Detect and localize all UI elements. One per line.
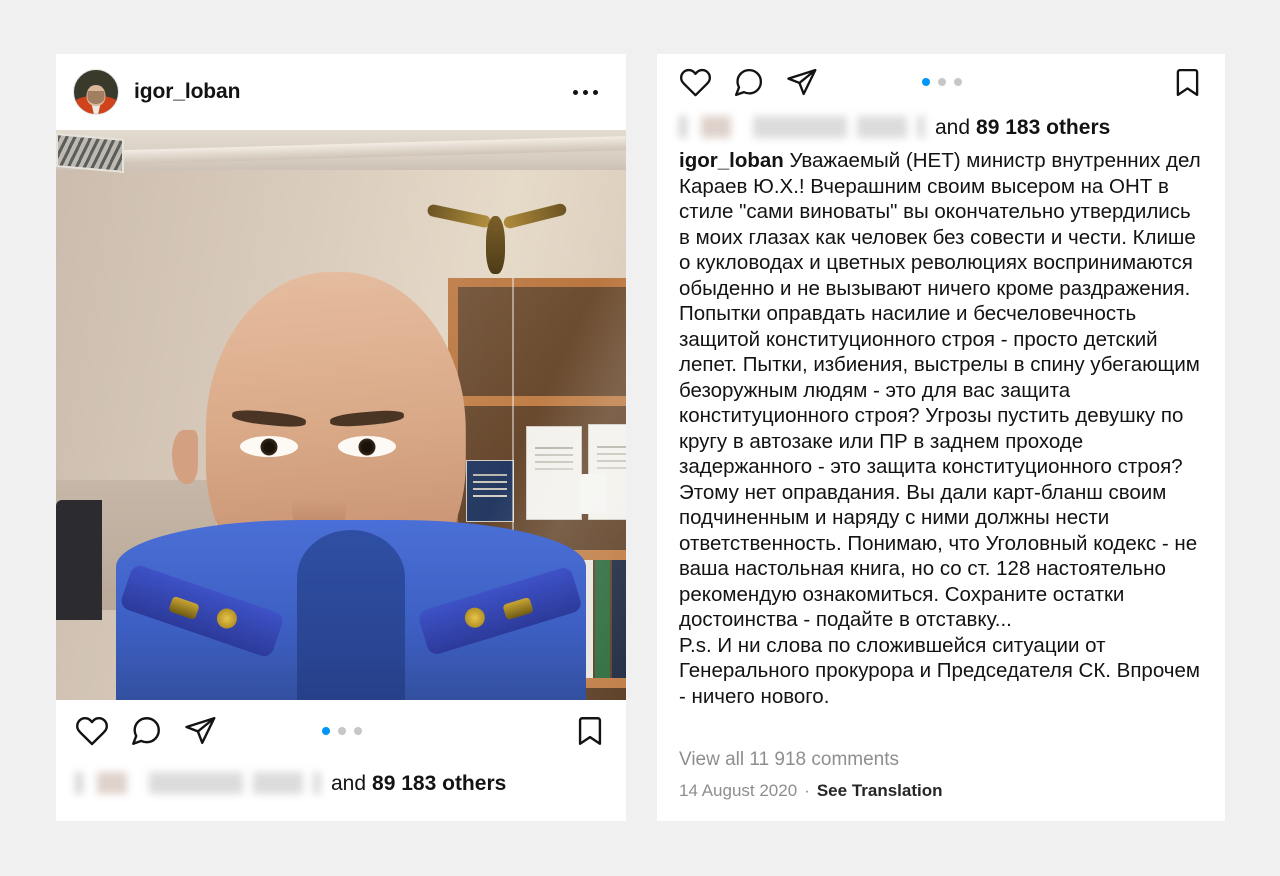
see-translation-link[interactable]: See Translation — [817, 781, 943, 801]
post-username[interactable]: igor_loban — [134, 80, 240, 104]
save-icon[interactable] — [1171, 66, 1204, 99]
comment-icon[interactable] — [732, 66, 765, 99]
screenshot-root: igor_loban and 89 183 others and 89 183 … — [0, 0, 1280, 876]
instagram-post-card: igor_loban and 89 183 others — [56, 54, 626, 821]
photo-person — [56, 130, 626, 700]
post-meta-row: 14 August 2020 · See Translation — [657, 771, 1225, 821]
carousel-dot[interactable] — [954, 78, 963, 86]
detail-action-bar — [657, 54, 1225, 110]
person-uniform — [116, 520, 586, 700]
post-date: 14 August 2020 — [679, 781, 798, 800]
person-ear — [172, 430, 198, 484]
carousel-indicator — [922, 78, 963, 86]
post-header: igor_loban — [56, 54, 626, 130]
uniform-epaulet-left — [118, 563, 286, 659]
carousel-dot[interactable] — [354, 727, 363, 735]
epaulet-star — [214, 605, 240, 632]
comment-icon[interactable] — [129, 714, 163, 748]
like-icon[interactable] — [75, 714, 109, 748]
detail-likes-row: and 89 183 others — [657, 110, 1225, 140]
epaulet-badge — [168, 595, 200, 621]
view-all-comments-link[interactable]: View all 11 918 comments — [657, 735, 1225, 771]
carousel-indicator — [322, 727, 363, 735]
epaulet-badge — [502, 596, 534, 621]
dot — [573, 89, 578, 95]
save-icon[interactable] — [573, 714, 607, 748]
blurred-liker-names — [679, 116, 925, 138]
post-detail-panel: and 89 183 others igor_loban Уважаемый (… — [657, 54, 1225, 821]
post-action-bar — [56, 700, 626, 762]
caption-username[interactable]: igor_loban — [679, 149, 784, 172]
like-icon[interactable] — [679, 66, 712, 99]
post-likes-row: and 89 183 others — [56, 762, 626, 796]
blurred-liker-names — [75, 772, 321, 794]
likes-count[interactable]: 89 183 others — [372, 772, 506, 796]
likes-and-text: and — [331, 772, 367, 795]
avatar-beard — [87, 91, 105, 105]
uniform-epaulet-right — [416, 565, 584, 657]
meta-separator: · — [804, 781, 810, 800]
likes-count[interactable]: 89 183 others — [976, 116, 1110, 140]
likes-and-text: and — [935, 116, 971, 139]
caption-paragraph-3: P.s. И ни слова по сложившейся ситуации … — [679, 633, 1200, 708]
caption-paragraph-1: igor_loban Уважаемый (НЕТ) министр внутр… — [679, 148, 1203, 301]
caption-paragraph-2: Попытки оправдать насилие и бесчеловечно… — [679, 302, 1200, 631]
post-caption: igor_loban Уважаемый (НЕТ) министр внутр… — [657, 140, 1225, 735]
carousel-dot[interactable] — [938, 78, 947, 86]
share-icon[interactable] — [183, 714, 217, 748]
carousel-dot-active[interactable] — [922, 78, 931, 86]
carousel-dot[interactable] — [338, 727, 347, 735]
person-eye-left — [240, 436, 298, 457]
dot — [583, 89, 588, 95]
more-options-icon[interactable] — [573, 89, 610, 95]
avatar[interactable] — [73, 69, 119, 115]
person-eye-right — [338, 436, 396, 457]
post-photo[interactable] — [56, 130, 626, 700]
share-icon[interactable] — [785, 66, 818, 99]
dot — [593, 89, 598, 95]
carousel-dot-active[interactable] — [322, 727, 331, 735]
epaulet-star — [462, 605, 488, 631]
